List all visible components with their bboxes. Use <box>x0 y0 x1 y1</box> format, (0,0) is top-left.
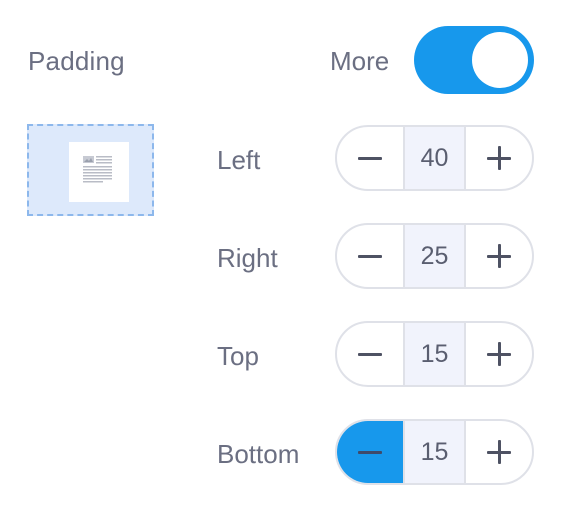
preview-page <box>69 142 129 202</box>
plus-icon <box>487 244 511 268</box>
padding-bottom-decrement-button[interactable] <box>337 421 403 483</box>
minus-icon <box>358 352 382 356</box>
padding-bottom-label: Bottom <box>217 439 300 469</box>
padding-left-increment-button[interactable] <box>466 127 532 189</box>
padding-bottom-increment-button[interactable] <box>466 421 532 483</box>
plus-icon <box>487 440 511 464</box>
section-title: Padding <box>28 46 125 76</box>
padding-bottom-value[interactable]: 15 <box>403 421 466 483</box>
plus-icon <box>487 342 511 366</box>
padding-top-value[interactable]: 15 <box>403 323 466 385</box>
padding-right-label: Right <box>217 243 278 273</box>
padding-left-value[interactable]: 40 <box>403 127 466 189</box>
padding-top-decrement-button[interactable] <box>337 323 403 385</box>
padding-top-stepper: 15 <box>335 321 534 387</box>
padding-right-value[interactable]: 25 <box>403 225 466 287</box>
padding-right-decrement-button[interactable] <box>337 225 403 287</box>
minus-icon <box>358 254 382 258</box>
more-toggle[interactable] <box>414 26 534 94</box>
padding-right-increment-button[interactable] <box>466 225 532 287</box>
padding-panel: Padding More Left 40 Right 25 Top 15 Bot… <box>0 0 562 510</box>
padding-right-stepper: 25 <box>335 223 534 289</box>
padding-left-label: Left <box>217 145 261 175</box>
plus-icon <box>487 146 511 170</box>
padding-preview <box>27 124 154 216</box>
padding-left-decrement-button[interactable] <box>337 127 403 189</box>
padding-top-increment-button[interactable] <box>466 323 532 385</box>
padding-left-stepper: 40 <box>335 125 534 191</box>
minus-icon <box>358 156 382 160</box>
minus-icon <box>358 450 382 454</box>
page-preview-icon <box>83 156 112 183</box>
more-label: More <box>330 46 390 76</box>
toggle-knob <box>472 32 528 88</box>
padding-top-label: Top <box>217 341 259 371</box>
padding-bottom-stepper: 15 <box>335 419 534 485</box>
